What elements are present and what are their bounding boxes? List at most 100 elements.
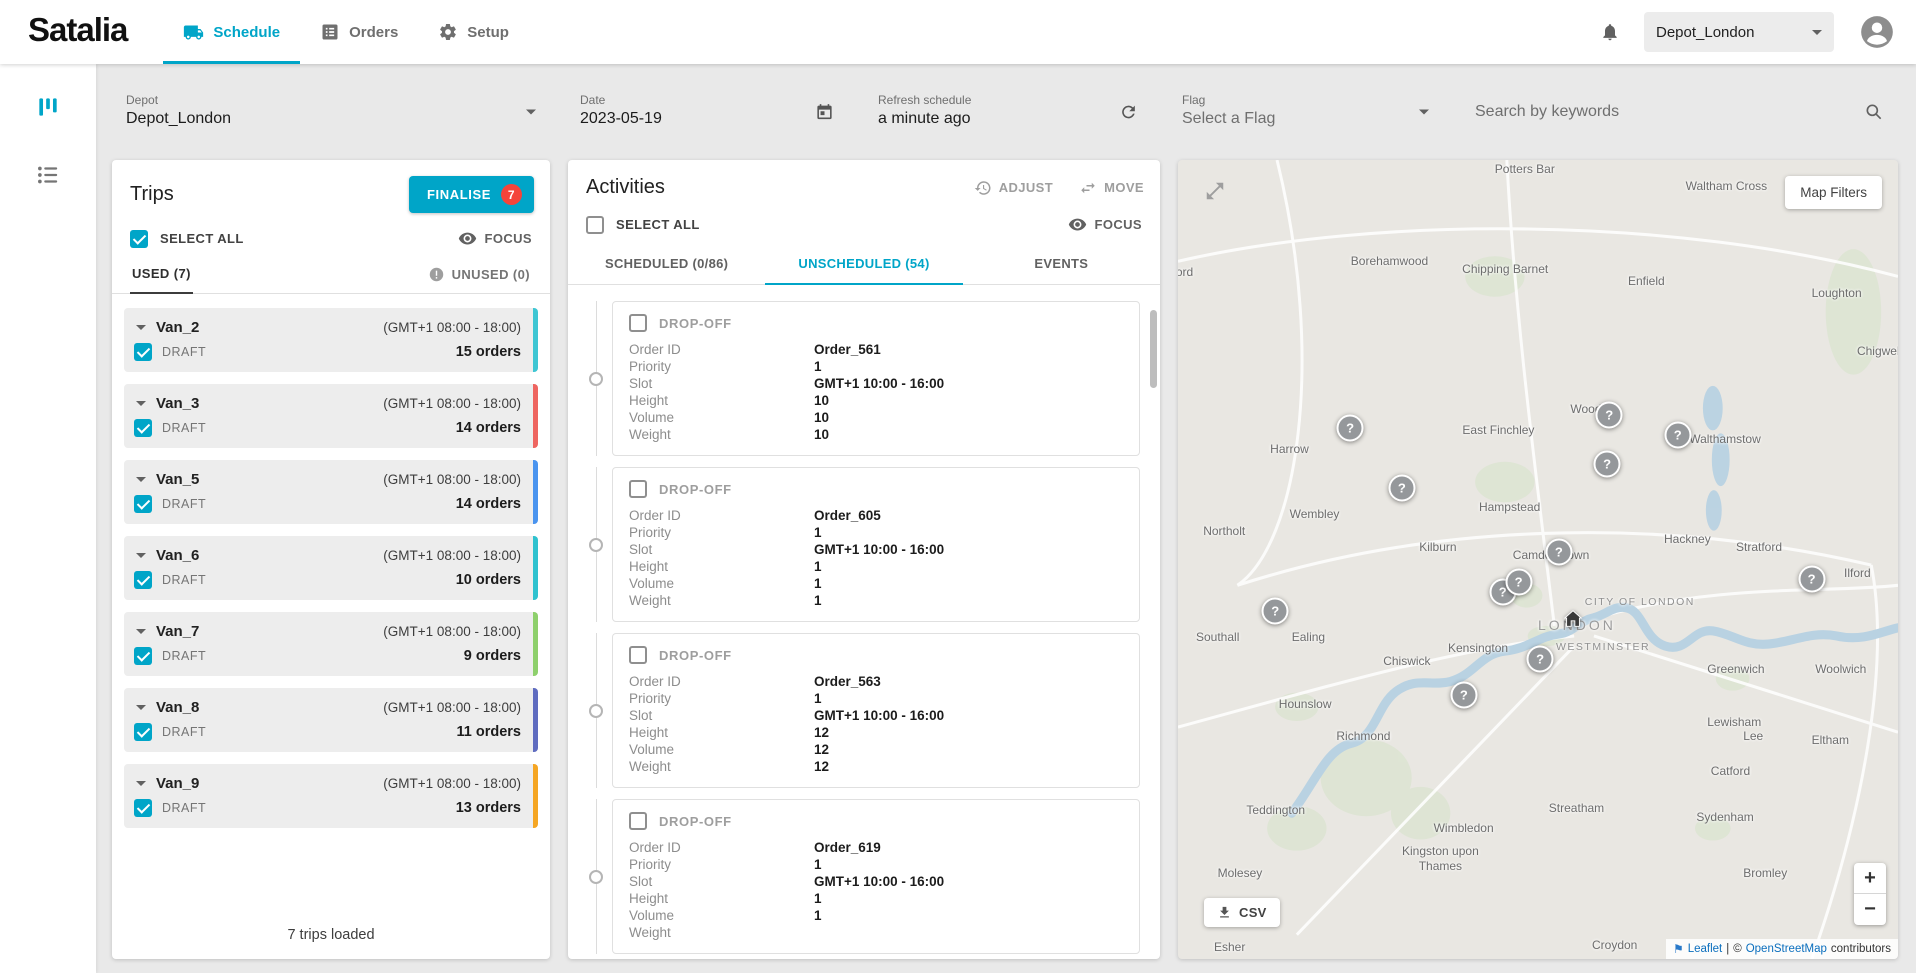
expand-trip-icon[interactable] <box>136 629 146 634</box>
question-marker[interactable]: ? <box>1388 475 1415 502</box>
question-marker[interactable]: ? <box>1545 538 1572 565</box>
notification-bell-icon[interactable] <box>1600 22 1620 42</box>
expand-trip-icon[interactable] <box>136 781 146 786</box>
trip-status-badge: DRAFT <box>162 421 206 435</box>
nav-tab-orders[interactable]: Orders <box>300 0 418 64</box>
search-icon[interactable] <box>1864 102 1884 122</box>
expand-map-icon[interactable] <box>1204 180 1226 202</box>
trip-time-window: (GMT+1 08:00 - 18:00) <box>383 624 521 639</box>
question-marker[interactable]: ? <box>1596 401 1623 428</box>
activity-card[interactable]: DROP-OFF Order IDOrder_619 Priority1 Slo… <box>612 799 1140 954</box>
depot-home-marker[interactable] <box>1562 608 1584 630</box>
adjust-label: ADJUST <box>999 180 1053 195</box>
tab-used[interactable]: USED (7) <box>130 260 193 294</box>
trip-card[interactable]: Van_8 (GMT+1 08:00 - 18:00) DRAFT 11 ord… <box>124 688 538 752</box>
activities-select-all[interactable]: SELECT ALL <box>586 216 700 234</box>
activity-timeline <box>584 799 612 954</box>
finalise-label: FINALISE <box>427 187 491 202</box>
select-all-checkbox[interactable] <box>586 216 604 234</box>
activity-checkbox[interactable] <box>629 314 647 332</box>
trip-card[interactable]: Van_7 (GMT+1 08:00 - 18:00) DRAFT 9 orde… <box>124 612 538 676</box>
depot-filter[interactable]: Depot Depot_London <box>112 84 548 140</box>
leaflet-link[interactable]: Leaflet <box>1688 943 1723 955</box>
adjust-button[interactable]: ADJUST <box>974 179 1053 197</box>
map-container[interactable]: Potters BarWaltham CrossordBorehamwoodCh… <box>1178 160 1898 959</box>
refresh-schedule-control[interactable]: Refresh schedule a minute ago <box>864 84 1150 140</box>
csv-export-button[interactable]: CSV <box>1204 898 1280 927</box>
trip-checkbox[interactable] <box>134 343 152 361</box>
expand-trip-icon[interactable] <box>136 705 146 710</box>
activity-checkbox[interactable] <box>629 646 647 664</box>
field-label-order-id: Order ID <box>629 507 814 524</box>
activity-row: DROP-OFF Order IDOrder_561 Priority1 Slo… <box>584 301 1140 456</box>
activity-checkbox[interactable] <box>629 480 647 498</box>
tab-events[interactable]: EVENTS <box>963 246 1160 285</box>
filter-bar: Depot Depot_London Date 2023-05-19 Refre… <box>112 84 1898 140</box>
trip-checkbox[interactable] <box>134 571 152 589</box>
trip-checkbox[interactable] <box>134 723 152 741</box>
activity-checkbox[interactable] <box>629 812 647 830</box>
activities-focus-toggle[interactable]: FOCUS <box>1068 215 1143 234</box>
activity-row: DROP-OFF Order IDOrder_619 Priority1 Slo… <box>584 799 1140 954</box>
osm-link[interactable]: OpenStreetMap <box>1746 943 1827 955</box>
question-marker[interactable]: ? <box>1450 682 1477 709</box>
trip-card[interactable]: Van_5 (GMT+1 08:00 - 18:00) DRAFT 14 ord… <box>124 460 538 524</box>
field-label-volume: Volume <box>629 741 814 758</box>
depot-quick-select[interactable]: Depot_London <box>1644 12 1834 52</box>
trip-checkbox[interactable] <box>134 419 152 437</box>
zoom-out-button[interactable]: − <box>1854 894 1886 925</box>
nav-tab-schedule[interactable]: Schedule <box>163 0 300 64</box>
finalise-button[interactable]: FINALISE 7 <box>409 176 534 213</box>
date-filter[interactable]: Date 2023-05-19 <box>566 84 846 140</box>
expand-trip-icon[interactable] <box>136 325 146 330</box>
trip-orders-count: 13 orders <box>456 800 521 816</box>
refresh-icon[interactable] <box>1119 103 1138 122</box>
tab-unscheduled[interactable]: UNSCHEDULED (54) <box>765 246 962 285</box>
expand-trip-icon[interactable] <box>136 477 146 482</box>
tab-unused[interactable]: UNUSED (0) <box>426 260 532 293</box>
activities-view-icon[interactable] <box>35 162 61 188</box>
flag-filter[interactable]: Flag Select a Flag <box>1168 84 1441 140</box>
trip-checkbox[interactable] <box>134 495 152 513</box>
nav-tab-label: Schedule <box>213 24 280 41</box>
trips-focus-toggle[interactable]: FOCUS <box>458 229 533 248</box>
chevron-down-icon <box>526 110 536 115</box>
question-marker[interactable]: ? <box>1262 597 1289 624</box>
volume-value: 1 <box>814 575 822 592</box>
tab-scheduled[interactable]: SCHEDULED (0/86) <box>568 246 765 285</box>
question-marker[interactable]: ? <box>1505 568 1532 595</box>
question-marker[interactable]: ? <box>1337 415 1364 442</box>
search-input[interactable] <box>1459 84 1898 140</box>
trips-select-all[interactable]: SELECT ALL <box>130 230 244 248</box>
calendar-icon <box>815 103 834 122</box>
move-button[interactable]: MOVE <box>1079 179 1144 197</box>
activities-panel: Activities ADJUST MOVE <box>568 160 1160 959</box>
user-avatar[interactable] <box>1858 13 1896 51</box>
question-marker[interactable]: ? <box>1527 646 1554 673</box>
zoom-in-button[interactable]: + <box>1854 863 1886 894</box>
trip-card[interactable]: Van_9 (GMT+1 08:00 - 18:00) DRAFT 13 ord… <box>124 764 538 828</box>
question-marker[interactable]: ? <box>1594 451 1621 478</box>
expand-trip-icon[interactable] <box>136 553 146 558</box>
activity-type-label: DROP-OFF <box>659 482 732 497</box>
expand-trip-icon[interactable] <box>136 401 146 406</box>
trip-orders-count: 15 orders <box>456 344 521 360</box>
activity-card[interactable]: DROP-OFF Order IDOrder_563 Priority1 Slo… <box>612 633 1140 788</box>
trip-time-window: (GMT+1 08:00 - 18:00) <box>383 472 521 487</box>
question-marker[interactable]: ? <box>1798 565 1825 592</box>
trip-checkbox[interactable] <box>134 799 152 817</box>
question-marker[interactable]: ? <box>1664 421 1691 448</box>
nav-tab-setup[interactable]: Setup <box>418 0 529 64</box>
activity-card[interactable]: DROP-OFF Order IDOrder_561 Priority1 Slo… <box>612 301 1140 456</box>
activity-card[interactable]: DROP-OFF Order IDOrder_605 Priority1 Slo… <box>612 467 1140 622</box>
trip-card[interactable]: Van_3 (GMT+1 08:00 - 18:00) DRAFT 14 ord… <box>124 384 538 448</box>
flag-filter-label: Flag <box>1182 93 1401 107</box>
leaflet-flag-icon: ⚑ <box>1673 942 1684 956</box>
trip-checkbox[interactable] <box>134 647 152 665</box>
select-all-checkbox[interactable] <box>130 230 148 248</box>
trips-view-icon[interactable] <box>35 94 61 120</box>
trip-card[interactable]: Van_2 (GMT+1 08:00 - 18:00) DRAFT 15 ord… <box>124 308 538 372</box>
trip-card[interactable]: Van_6 (GMT+1 08:00 - 18:00) DRAFT 10 ord… <box>124 536 538 600</box>
map-filters-button[interactable]: Map Filters <box>1785 176 1882 209</box>
activities-scrollbar[interactable] <box>1150 310 1157 388</box>
